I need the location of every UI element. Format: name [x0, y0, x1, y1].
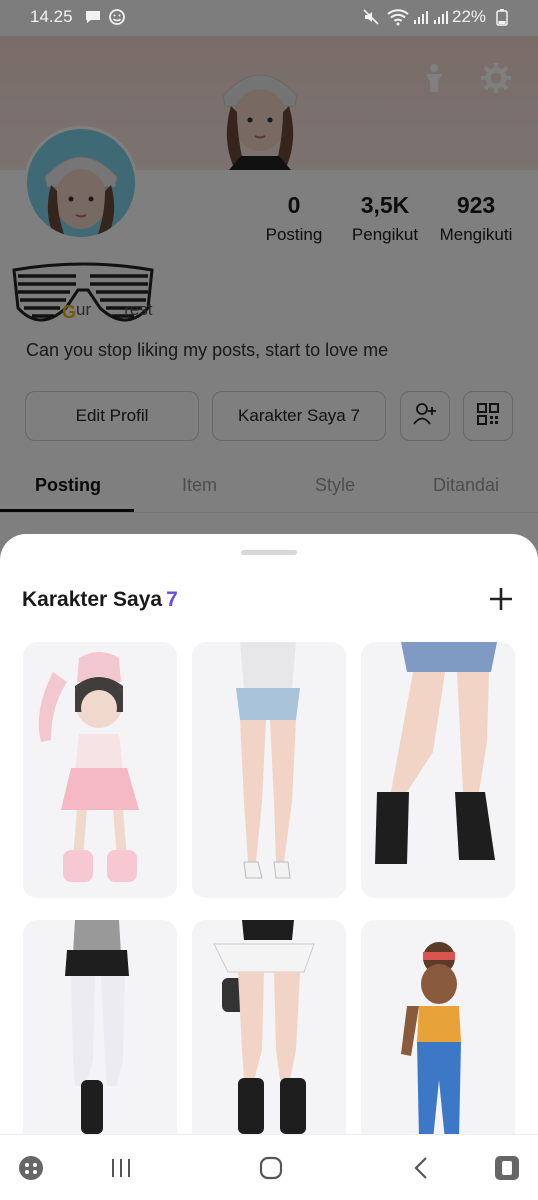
back-icon[interactable]: [406, 1153, 436, 1183]
home-icon[interactable]: [256, 1153, 286, 1183]
character-card[interactable]: [23, 642, 177, 898]
game-launcher-icon[interactable]: [16, 1153, 46, 1183]
wifi-icon: [386, 8, 410, 26]
character-3-image: [375, 642, 497, 864]
sheet-drag-handle[interactable]: [241, 550, 297, 555]
character-card[interactable]: [23, 920, 177, 1134]
recent-apps-icon[interactable]: [106, 1153, 136, 1183]
signal-icon: [412, 8, 430, 26]
system-nav-bar: [0, 1134, 538, 1200]
character-6-image: [401, 942, 461, 1134]
character-5-image: [213, 920, 315, 1134]
signal-icon: [432, 8, 450, 26]
battery-icon: [496, 8, 508, 26]
status-time: 14.25: [30, 7, 73, 26]
mute-icon: [362, 8, 380, 26]
sheet-title-text: Karakter Saya: [22, 588, 163, 611]
battery-percent: 22%: [452, 7, 487, 26]
sheet-title: Karakter Saya 7: [22, 588, 178, 612]
character-count: 7: [166, 588, 178, 611]
character-1-image: [38, 652, 139, 882]
character-2-image: [236, 642, 300, 879]
character-card[interactable]: [361, 920, 515, 1134]
chat-bubble-icon: [84, 8, 102, 26]
screen-rotate-icon[interactable]: [492, 1153, 522, 1183]
character-card[interactable]: [192, 920, 346, 1134]
smiley-icon: [108, 8, 126, 26]
character-card[interactable]: [361, 642, 515, 898]
plus-icon[interactable]: [484, 582, 518, 616]
character-card[interactable]: [192, 642, 346, 898]
status-bar: 14.25 22%: [0, 0, 538, 36]
my-characters-sheet: Karakter Saya 7: [0, 534, 538, 1134]
character-4-image: [65, 920, 129, 1134]
modal-scrim[interactable]: [0, 36, 538, 576]
